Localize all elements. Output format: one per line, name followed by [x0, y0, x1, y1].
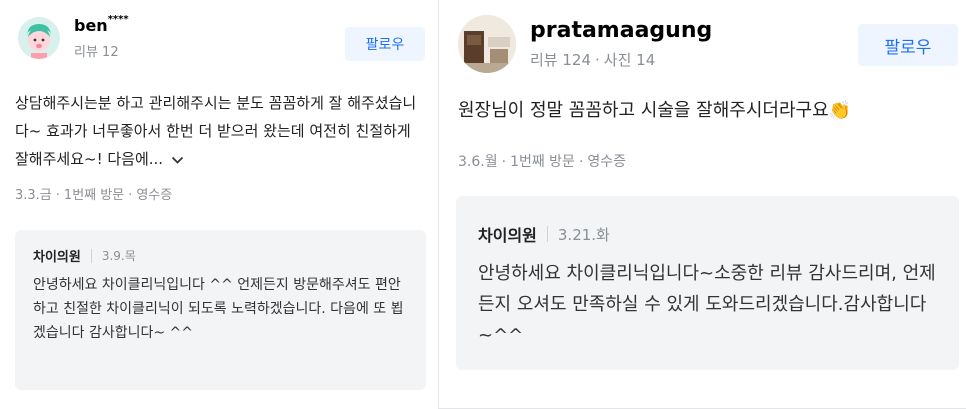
receipt-label: 영수증	[136, 188, 173, 203]
user-info: ben**** 리뷰 12	[60, 14, 129, 60]
divider	[546, 226, 548, 242]
user-review-count: 리뷰 124	[530, 51, 591, 69]
visit-count: 1번째 방문	[510, 154, 575, 170]
user-name[interactable]: ben****	[74, 14, 129, 35]
review-card-1: ben**** 리뷰 12 팔로우 상담해주시는분 하고 관리해주시는 분도 꼼…	[0, 0, 437, 409]
visit-info: 3.3.금 · 1번째 방문 · 영수증	[15, 188, 173, 203]
visit-date: 3.3.금	[15, 188, 52, 203]
user-meta: 리뷰 124 · 사진 14	[530, 51, 656, 69]
user-photo-count: 사진 14	[603, 51, 656, 69]
review-text[interactable]: 상담해주시는분 하고 관리해주시는 분도 꼼꼼하게 잘 해주셨습니다~ 효과가 …	[15, 89, 427, 174]
follow-button[interactable]: 팔로우	[345, 27, 425, 61]
user-name-mask: ****	[107, 14, 129, 25]
user-avatar[interactable]	[18, 17, 60, 59]
reply-text: 안녕하세요 차이클리닉입니다 ^^ 언제든지 방문해주셔도 편안하고 친절한 차…	[33, 277, 404, 341]
reply-author: 차이의원	[33, 250, 81, 265]
photo-avatar-icon	[458, 15, 516, 73]
user-name[interactable]: pratamaagung	[530, 18, 712, 43]
review-card-2: pratamaagung 리뷰 124 · 사진 14 팔로우 원장님이 정말 꼼꼼…	[438, 0, 966, 409]
reply-date: 3.21.화	[557, 225, 610, 244]
divider	[90, 248, 92, 263]
visit-count: 1번째 방문	[63, 188, 125, 203]
reply-text: 안녕하세요 차이클리닉입니다~소중한 리뷰 감사드리며, 언제든지 오셔도 만족…	[478, 263, 936, 346]
review-header: ben**** 리뷰 12	[18, 14, 129, 60]
reply-author: 차이의원	[478, 226, 537, 245]
visit-date: 3.6.월	[458, 154, 498, 170]
cartoon-avatar-icon	[18, 17, 60, 59]
user-info: pratamaagung 리뷰 124 · 사진 14	[516, 18, 712, 70]
user-avatar[interactable]	[458, 15, 516, 73]
chevron-down-icon[interactable]	[171, 146, 184, 174]
follow-button[interactable]: 팔로우	[858, 24, 958, 66]
receipt-label: 영수증	[587, 154, 627, 170]
review-text[interactable]: 원장님이 정말 꼼꼼하고 시술을 잘해주시더라구요👏	[458, 96, 851, 126]
owner-reply: 차이의원 3.9.목 안녕하세요 차이클리닉입니다 ^^ 언제든지 방문해주셔도…	[15, 230, 426, 390]
review-text-body: 상담해주시는분 하고 관리해주시는 분도 꼼꼼하게 잘 해주셨습니다~ 효과가 …	[15, 94, 417, 168]
user-name-text: ben	[74, 16, 108, 35]
visit-info: 3.6.월 · 1번째 방문 · 영수증	[458, 154, 627, 170]
owner-reply: 차이의원 3.21.화 안녕하세요 차이클리닉입니다~소중한 리뷰 감사드리며,…	[456, 196, 959, 370]
review-header: pratamaagung 리뷰 124 · 사진 14	[458, 15, 712, 73]
user-review-count: 리뷰 12	[74, 45, 119, 60]
reply-header: 차이의원 3.21.화	[478, 222, 959, 246]
reply-header: 차이의원 3.9.목	[33, 246, 426, 265]
reply-date: 3.9.목	[101, 249, 136, 263]
